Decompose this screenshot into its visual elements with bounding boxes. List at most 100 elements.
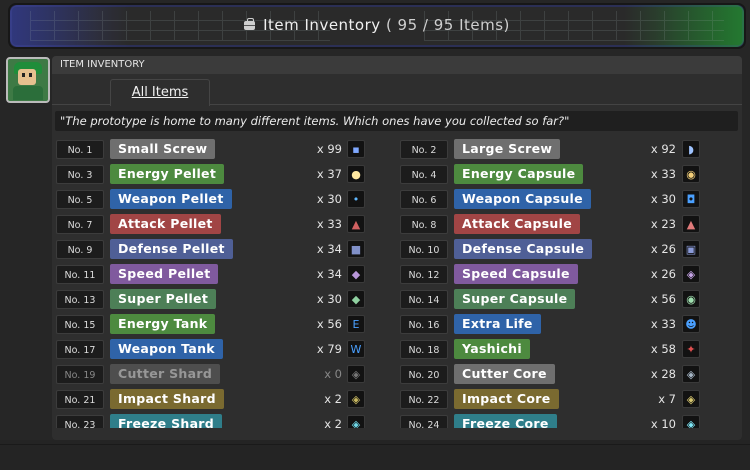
attack-pellet-icon: ▲	[347, 215, 365, 233]
item-number: No. 17	[56, 340, 104, 359]
player-avatar	[6, 57, 50, 103]
inventory-row[interactable]: No. 23 Freeze Shard x 2 ◈	[56, 413, 396, 428]
item-number: No. 24	[400, 415, 448, 428]
item-number: No. 6	[400, 190, 448, 209]
item-quantity: x 30	[650, 192, 676, 206]
item-number: No. 1	[56, 140, 104, 159]
item-quantity: x 30	[316, 192, 342, 206]
inventory-row[interactable]: No. 21 Impact Shard x 2 ◈	[56, 388, 396, 410]
window-frame: Item Inventory ( 95 / 95 Items) ITEM INV…	[0, 0, 750, 470]
item-quantity: x 30	[316, 292, 342, 306]
item-name: Large Screw	[454, 139, 561, 159]
item-name: Cutter Core	[454, 364, 555, 384]
item-name: Freeze Shard	[110, 414, 223, 428]
item-quantity: x 10	[650, 417, 676, 428]
inventory-row[interactable]: No. 4 Energy Capsule x 33 ◉	[400, 163, 738, 185]
item-name: Attack Capsule	[454, 214, 580, 234]
item-number: No. 5	[56, 190, 104, 209]
item-number: No. 21	[56, 390, 104, 409]
item-number: No. 13	[56, 290, 104, 309]
extra-life-icon: ☻	[682, 315, 700, 333]
inventory-row[interactable]: No. 5 Weapon Pellet x 30 •	[56, 188, 396, 210]
item-number: No. 23	[56, 415, 104, 428]
inventory-row[interactable]: No. 2 Large Screw x 92 ◗	[400, 138, 738, 160]
inventory-row[interactable]: No. 16 Extra Life x 33 ☻	[400, 313, 738, 335]
title-bar: Item Inventory ( 95 / 95 Items)	[8, 3, 746, 49]
item-number: No. 19	[56, 365, 104, 384]
inventory-row[interactable]: No. 20 Cutter Core x 28 ◈	[400, 363, 738, 385]
weapon-tank-icon: W	[347, 340, 365, 358]
item-list[interactable]: No. 1 Small Screw x 99 ▪ No. 2 Large Screw x 9…	[56, 138, 738, 428]
item-name: Impact Shard	[110, 389, 224, 409]
inventory-row[interactable]: No. 13 Super Pellet x 30 ◆	[56, 288, 396, 310]
item-name: Super Pellet	[110, 289, 217, 309]
item-quantity: x 26	[650, 242, 676, 256]
energy-capsule-icon: ◉	[682, 165, 700, 183]
inventory-row[interactable]: No. 8 Attack Capsule x 23 ▲	[400, 213, 738, 235]
window-title-text: Item Inventory	[263, 16, 381, 34]
energy-pellet-icon: ●	[347, 165, 365, 183]
item-number: No. 18	[400, 340, 448, 359]
item-name: Freeze Core	[454, 414, 557, 428]
impact-shard-icon: ◈	[347, 390, 365, 408]
panel-heading: ITEM INVENTORY	[52, 56, 742, 74]
item-name: Super Capsule	[454, 289, 576, 309]
item-name: Energy Pellet	[110, 164, 225, 184]
item-name: Defense Pellet	[110, 239, 233, 259]
item-quantity: x 58	[650, 342, 676, 356]
item-number: No. 15	[56, 315, 104, 334]
inventory-row[interactable]: No. 24 Freeze Core x 10 ◈	[400, 413, 738, 428]
avatar-face	[18, 69, 36, 85]
item-number: No. 22	[400, 390, 448, 409]
item-name: Energy Tank	[110, 314, 216, 334]
weapon-pellet-icon: •	[347, 190, 365, 208]
item-number: No. 2	[400, 140, 448, 159]
item-name: Weapon Tank	[110, 339, 223, 359]
item-quantity: x 33	[650, 167, 676, 181]
item-number: No. 16	[400, 315, 448, 334]
inventory-row[interactable]: No. 3 Energy Pellet x 37 ●	[56, 163, 396, 185]
inventory-row[interactable]: No. 22 Impact Core x 7 ◈	[400, 388, 738, 410]
inventory-row[interactable]: No. 17 Weapon Tank x 79 W	[56, 338, 396, 360]
item-quantity: x 56	[316, 317, 342, 331]
inventory-row[interactable]: No. 1 Small Screw x 99 ▪	[56, 138, 396, 160]
item-quantity: x 92	[650, 142, 676, 156]
item-quantity: x 2	[324, 392, 342, 406]
item-count: ( 95 / 95 Items)	[385, 16, 510, 34]
inventory-row[interactable]: No. 11 Speed Pellet x 34 ◆	[56, 263, 396, 285]
inventory-description: "The prototype is home to many different…	[55, 111, 738, 131]
super-pellet-icon: ◆	[347, 290, 365, 308]
inventory-panel: ITEM INVENTORY All Items "The prototype …	[52, 56, 742, 440]
avatar-eye-left	[22, 73, 25, 77]
inventory-row[interactable]: No. 7 Attack Pellet x 33 ▲	[56, 213, 396, 235]
item-quantity: x 56	[650, 292, 676, 306]
inventory-row[interactable]: No. 18 Yashichi x 58 ✦	[400, 338, 738, 360]
tab-all-items[interactable]: All Items	[110, 79, 210, 106]
item-name: Cutter Shard	[110, 364, 221, 384]
item-name: Small Screw	[110, 139, 216, 159]
item-name: Impact Core	[454, 389, 559, 409]
item-quantity: x 99	[316, 142, 342, 156]
item-quantity: x 33	[316, 217, 342, 231]
item-quantity: x 37	[316, 167, 342, 181]
inventory-row[interactable]: No. 10 Defense Capsule x 26 ▣	[400, 238, 738, 260]
tab-bar: All Items	[52, 76, 742, 106]
speed-capsule-icon: ◈	[682, 265, 700, 283]
inventory-row[interactable]: No. 9 Defense Pellet x 34 ■	[56, 238, 396, 260]
inventory-row[interactable]: No. 15 Energy Tank x 56 E	[56, 313, 396, 335]
inventory-row[interactable]: No. 14 Super Capsule x 56 ◉	[400, 288, 738, 310]
inventory-row[interactable]: No. 12 Speed Capsule x 26 ◈	[400, 263, 738, 285]
item-number: No. 20	[400, 365, 448, 384]
inventory-row[interactable]: No. 6 Weapon Capsule x 30 ◘	[400, 188, 738, 210]
item-quantity: x 26	[650, 267, 676, 281]
bag-icon	[244, 18, 256, 30]
item-name: Extra Life	[454, 314, 541, 334]
item-name: Speed Capsule	[454, 264, 578, 284]
item-name: Weapon Capsule	[454, 189, 591, 209]
attack-capsule-icon: ▲	[682, 215, 700, 233]
item-quantity: x 79	[316, 342, 342, 356]
avatar-body	[13, 86, 43, 100]
item-number: No. 12	[400, 265, 448, 284]
item-number: No. 4	[400, 165, 448, 184]
inventory-row[interactable]: No. 19 Cutter Shard x 0 ◈	[56, 363, 396, 385]
